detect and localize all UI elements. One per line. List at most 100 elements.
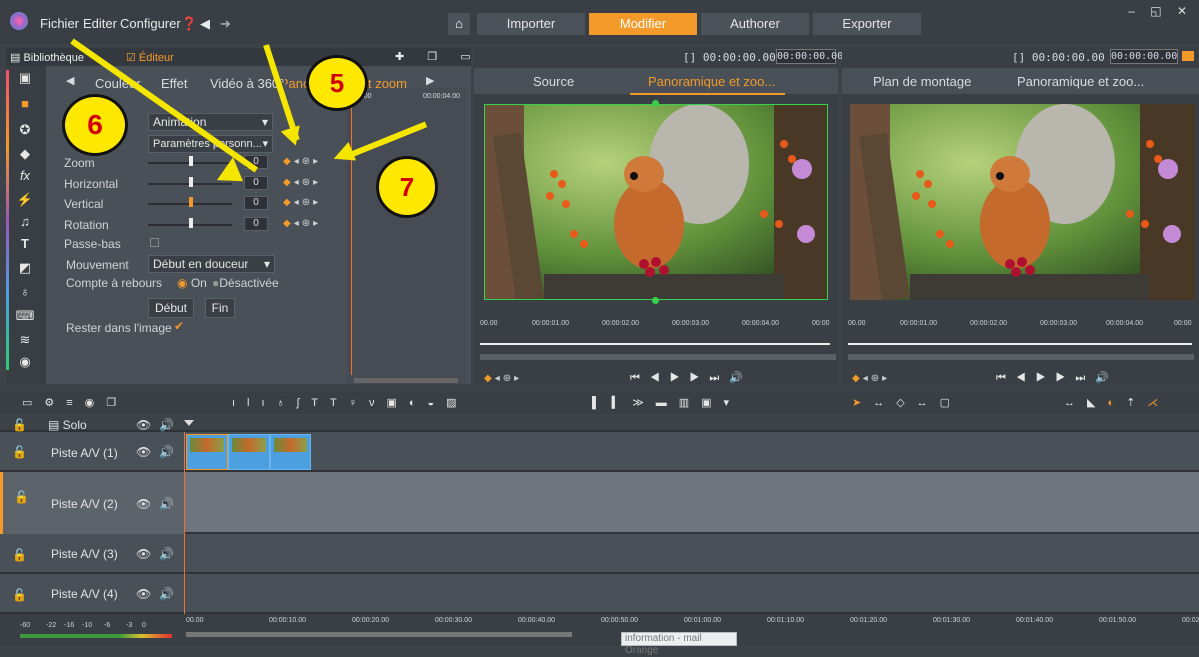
preview1-tab-source[interactable]: Source xyxy=(533,74,574,89)
timeline-scrollbar[interactable] xyxy=(186,632,572,637)
track1-lock-icon[interactable]: 🔓 xyxy=(12,445,27,459)
zoom-slider-knob[interactable] xyxy=(189,156,193,166)
preview2-menu-icon[interactable] xyxy=(1182,51,1194,61)
menu-configure[interactable]: Configurer xyxy=(120,16,181,31)
vertical-keyframe-controls[interactable]: ◆◂⊛▸ xyxy=(283,197,321,208)
stay-in-image-checkbox[interactable]: ✔ xyxy=(174,319,184,333)
subtab-prev-icon[interactable]: ◀ xyxy=(66,74,74,87)
preview2-tab-pan[interactable]: Panoramique et zoo... xyxy=(1017,74,1144,89)
sidebar-item-transition-icon[interactable]: ⚡ xyxy=(14,192,36,210)
preview2-scrubber[interactable] xyxy=(848,343,1192,345)
track3-eye-audio-icons[interactable]: 👁🔊 xyxy=(136,547,182,561)
start-button[interactable]: Début xyxy=(148,298,194,318)
solo-lock-icon[interactable]: 🔓 xyxy=(12,418,27,432)
preview2-transport-controls[interactable]: ⏮◀▶▶⏭🔊 xyxy=(996,371,1119,385)
subtab-next-icon[interactable]: ▶ xyxy=(426,74,434,87)
rotation-value-input[interactable]: 0 xyxy=(244,217,268,231)
sidebar-item-audio-icon[interactable]: ♁ xyxy=(14,284,36,302)
sidebar-item-color-icon[interactable]: ✪ xyxy=(14,122,36,140)
track4-eye-audio-icons[interactable]: 👁🔊 xyxy=(136,587,182,601)
preview2-tab-timeline[interactable]: Plan de montage xyxy=(873,74,971,89)
preview1-crop-frame[interactable] xyxy=(484,104,828,300)
sidebar-item-folder-icon[interactable]: ■ xyxy=(14,96,36,114)
video-clip[interactable] xyxy=(270,434,311,470)
sidebar-item-paint-icon[interactable]: ◆ xyxy=(14,146,36,164)
sidebar-item-disc-icon[interactable]: ◉ xyxy=(14,354,36,372)
sidebar-item-montage-icon[interactable]: ◩ xyxy=(14,260,36,278)
window-controls[interactable]: – ◱ ✕ xyxy=(1128,4,1193,18)
timeline-left-tools[interactable]: ▭⚙≡◉❐ xyxy=(22,396,128,409)
video-clip[interactable] xyxy=(186,434,228,470)
horizontal-value-input[interactable]: 0 xyxy=(244,176,268,190)
timeline-playhead[interactable] xyxy=(184,432,185,632)
preview1-keyframe-controls[interactable]: ◆◂⊛▸ xyxy=(484,373,522,384)
preview2-progress[interactable] xyxy=(848,354,1194,360)
countdown-on-radio[interactable]: ◉ On xyxy=(177,276,207,290)
tooltip: information - mail Orange xyxy=(621,632,737,656)
timeline-ruler[interactable]: 00.00 00:00:10.00 00:00:20.00 00:00:30.00 00… xyxy=(186,617,1199,627)
solo-eye-audio-icons[interactable]: 👁🔊 xyxy=(136,418,182,432)
horizontal-keyframe-controls[interactable]: ◆◂⊛▸ xyxy=(283,177,321,188)
preview1-progress[interactable] xyxy=(480,354,836,360)
zoom-label: Zoom xyxy=(64,156,95,170)
sidebar-item-music-icon[interactable]: ♫ xyxy=(14,214,36,232)
undo-icon[interactable]: ◀ xyxy=(200,16,210,32)
preview2-image[interactable] xyxy=(850,104,1195,300)
rotation-slider-knob[interactable] xyxy=(189,218,193,228)
horizontal-slider-knob[interactable] xyxy=(189,177,193,187)
timeline-ruler-label: 00:01:20.00 xyxy=(850,617,887,624)
timeline-right-tools[interactable]: ↔◣◐⇡⋌ xyxy=(1064,396,1170,409)
sidebar-item-keyboard-icon[interactable]: ⌨ xyxy=(14,308,36,326)
sidebar-item-media-icon[interactable]: ▣ xyxy=(14,70,36,88)
preview1-ruler[interactable]: 00.00 00:00:01.00 00:00:02.00 00:00:03.0… xyxy=(480,320,836,332)
menu-file[interactable]: Fichier xyxy=(40,16,79,31)
vertical-value-input[interactable]: 0 xyxy=(244,196,268,210)
keytl-playhead[interactable] xyxy=(351,100,352,375)
subtab-effect[interactable]: Effet xyxy=(161,76,188,91)
crop-handle-bottom[interactable] xyxy=(652,297,659,304)
tab-import[interactable]: Importer xyxy=(477,13,585,35)
ruler-label: 00.00 xyxy=(480,320,498,327)
zoom-keyframe-controls[interactable]: ◆◂⊛▸ xyxy=(283,156,321,167)
crop-handle-top[interactable] xyxy=(652,100,659,107)
video-clip[interactable] xyxy=(228,434,270,470)
redo-icon[interactable]: ➜ xyxy=(220,16,231,32)
timeline-edit-tools[interactable]: ▌▍≫▬▥▣▾ xyxy=(592,396,741,409)
end-button[interactable]: Fin xyxy=(205,298,235,318)
menu-edit[interactable]: Editer xyxy=(83,16,117,31)
sidebar-item-title-icon[interactable]: T xyxy=(14,236,36,254)
track2-eye-audio-icons[interactable]: 👁🔊 xyxy=(136,497,182,511)
timeline-mid-tools[interactable]: ılı♁ʃTT♀ν▣◐◒▨ xyxy=(232,396,469,409)
sidebar-item-fx-icon[interactable]: fx xyxy=(14,168,36,186)
tab-author[interactable]: Authorer xyxy=(701,13,809,35)
preview1-transport-controls[interactable]: ⏮◀▶▶⏭🔊 xyxy=(630,371,753,385)
tab-library[interactable]: ▤ Bibliothèque xyxy=(10,51,84,64)
track2-lock-icon[interactable]: 🔓 xyxy=(14,490,29,504)
rotation-keyframe-controls[interactable]: ◆◂⊛▸ xyxy=(283,218,321,229)
track1-eye-audio-icons[interactable]: 👁🔊 xyxy=(136,445,182,459)
preview1-tc-input[interactable]: 00:00:00.00 xyxy=(776,49,843,64)
keytl-scrollbar[interactable] xyxy=(354,378,458,383)
track4-lock-icon[interactable]: 🔓 xyxy=(12,588,27,602)
preview1-scrubber[interactable] xyxy=(480,343,830,345)
preview2-tc-input[interactable]: 00:00:00.00 xyxy=(1110,49,1178,64)
animation-dropdown[interactable]: Animation ▾ xyxy=(148,113,273,131)
tab-edit[interactable]: Modifier xyxy=(589,13,697,35)
panel-tool-icons[interactable]: ✚ ❐ ▭ xyxy=(395,50,481,63)
horizontal-label: Horizontal xyxy=(64,177,119,191)
timeline-cursor-tools[interactable]: ➤↔◇↔▢ xyxy=(852,396,962,409)
track3-lock-icon[interactable]: 🔓 xyxy=(12,548,27,562)
sidebar-item-wave-icon[interactable]: ≋ xyxy=(14,332,36,350)
tab-editor[interactable]: ☑ Éditeur xyxy=(126,51,174,64)
preview2-keyframe-controls[interactable]: ◆◂⊛▸ xyxy=(852,373,890,384)
lowpass-checkbox[interactable] xyxy=(150,238,159,247)
tab-export[interactable]: Exporter xyxy=(813,13,921,35)
vertical-slider-knob[interactable] xyxy=(189,197,193,207)
timeline-marker[interactable] xyxy=(184,420,194,426)
help-icon[interactable]: ❓ xyxy=(181,16,197,32)
movement-dropdown[interactable]: Début en douceur ▾ xyxy=(148,255,275,273)
home-button[interactable]: ⌂ xyxy=(448,13,470,35)
countdown-off-radio[interactable]: ●Désactivée xyxy=(212,276,279,290)
preview2-ruler[interactable]: 00.00 00:00:01.00 00:00:02.00 00:00:03.0… xyxy=(848,320,1198,332)
preview1-tab-pan[interactable]: Panoramique et zoo... xyxy=(648,74,775,89)
